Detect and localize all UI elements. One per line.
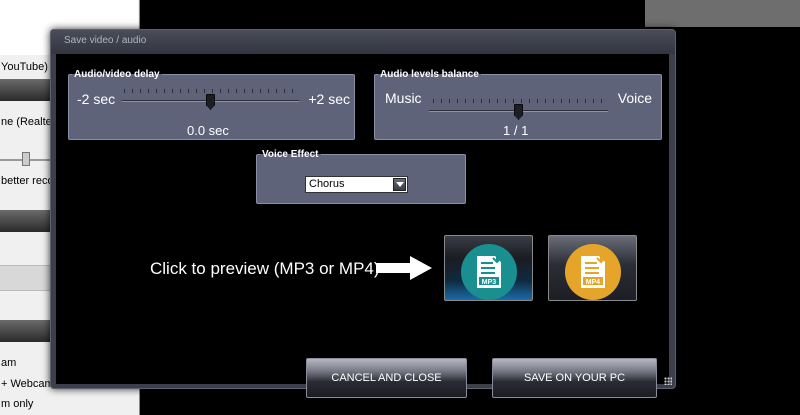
- balance-group-label: Audio levels balance: [378, 69, 481, 80]
- svg-text:MP4: MP4: [586, 279, 601, 286]
- preview-mp3-button[interactable]: MP3: [444, 235, 533, 301]
- cancel-close-button[interactable]: CANCEL AND CLOSE: [306, 358, 467, 398]
- mp4-file-icon: MP4: [565, 244, 621, 300]
- delay-group-label: Audio/video delay: [72, 69, 162, 80]
- bg-gray-block: [0, 265, 55, 291]
- screen: YouTube) ne (Realtek better reco am + We…: [0, 0, 800, 415]
- save-pc-button[interactable]: SAVE ON YOUR PC: [492, 358, 657, 398]
- bg-window-corner: [645, 0, 800, 27]
- arrow-right-icon: [376, 256, 432, 280]
- delay-slider-ticks: [124, 89, 298, 93]
- chevron-down-icon[interactable]: [393, 178, 406, 191]
- bg-row-only: m only: [1, 398, 34, 410]
- delay-group: Audio/video delay -2 sec +2 sec 0.0 sec: [68, 69, 355, 140]
- delay-max-label: +2 sec: [308, 91, 350, 107]
- voice-effect-label: Voice Effect: [260, 149, 321, 160]
- balance-value: 1 / 1: [503, 123, 529, 138]
- delay-slider-thumb[interactable]: [206, 94, 215, 110]
- balance-slider-thumb[interactable]: [514, 104, 523, 120]
- bg-dark-bar: [0, 320, 55, 342]
- voice-effect-selected: Chorus: [309, 178, 345, 190]
- voice-effect-select[interactable]: Chorus: [305, 176, 408, 193]
- dialog-title: Save video / audio: [64, 35, 147, 46]
- svg-text:MP3: MP3: [482, 279, 497, 286]
- voice-effect-group: Voice Effect Chorus: [256, 149, 466, 204]
- bg-slider-thumb: [22, 152, 30, 166]
- balance-group: Audio levels balance Music Voice 1 / 1: [374, 69, 662, 140]
- preview-instructions: Click to preview (MP3 or MP4): [150, 259, 380, 278]
- bg-dark-bar: [0, 79, 55, 101]
- balance-left-label: Music: [385, 90, 422, 106]
- delay-value: 0.0 sec: [187, 123, 229, 138]
- save-dialog: Save video / audio Audio/video delay -2 …: [50, 29, 676, 398]
- balance-right-label: Voice: [617, 90, 652, 106]
- balance-slider-ticks: [433, 99, 605, 103]
- dialog-content: Audio/video delay -2 sec +2 sec 0.0 sec …: [56, 54, 669, 398]
- preview-mp4-button[interactable]: MP4: [548, 235, 637, 301]
- mp3-file-icon: MP3: [461, 244, 517, 300]
- resize-grip-icon[interactable]: [664, 377, 672, 385]
- bg-dark-bar: [0, 210, 55, 232]
- delay-min-label: -2 sec: [77, 91, 116, 107]
- dialog-titlebar[interactable]: Save video / audio: [51, 30, 675, 54]
